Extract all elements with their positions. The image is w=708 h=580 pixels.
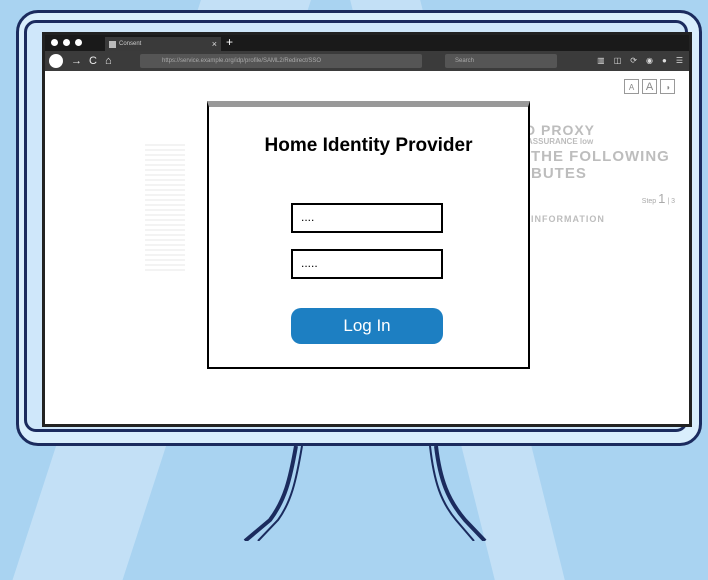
browser-tab[interactable]: Consent ×: [105, 37, 221, 51]
step-current: 1: [658, 191, 666, 206]
browser-toolbar: → C ⌂ https://service.example.org/idp/pr…: [45, 51, 689, 71]
toolbar-icons: ▥ ◫ ⟳ ◉ ● ☰: [597, 54, 683, 68]
bg-subheading: ASSURANCE low: [527, 137, 594, 146]
text-large-button[interactable]: A: [642, 79, 657, 94]
sync-icon[interactable]: ⟳: [630, 54, 637, 68]
text-small-button[interactable]: A: [624, 79, 639, 94]
new-tab-button[interactable]: +: [226, 35, 233, 49]
contrast-button[interactable]: ◑: [660, 79, 675, 94]
tab-close-icon[interactable]: ×: [212, 37, 217, 51]
tab-title: Consent: [119, 41, 142, 47]
library-icon[interactable]: ▥: [597, 54, 605, 68]
login-dialog: Home Identity Provider .... ..... Log In: [207, 101, 530, 369]
step-total: | 3: [667, 198, 675, 205]
background-blur: [145, 141, 185, 271]
bg-heading: BUTES: [531, 165, 587, 182]
step-indicator: Step 1 | 3: [642, 191, 675, 206]
home-button[interactable]: ⌂: [105, 53, 112, 69]
back-button[interactable]: [49, 54, 63, 68]
accessibility-controls: A A ◑: [624, 79, 675, 94]
account-icon[interactable]: ◉: [646, 54, 653, 68]
window-controls: [51, 39, 82, 46]
bg-info: INFORMATION: [531, 214, 605, 224]
username-field[interactable]: ....: [291, 203, 443, 233]
login-button[interactable]: Log In: [291, 308, 443, 344]
maximize-window-dot[interactable]: [75, 39, 82, 46]
forward-button[interactable]: →: [71, 53, 82, 69]
minimize-window-dot[interactable]: [63, 39, 70, 46]
extension-icon[interactable]: ●: [662, 54, 667, 68]
search-bar[interactable]: Search: [445, 54, 557, 68]
password-field[interactable]: .....: [291, 249, 443, 279]
step-label: Step: [641, 198, 657, 205]
sidebar-icon[interactable]: ◫: [614, 54, 622, 68]
bg-heading: THE FOLLOWING: [531, 148, 670, 165]
menu-icon[interactable]: ☰: [676, 54, 683, 68]
close-window-dot[interactable]: [51, 39, 58, 46]
dialog-title: Home Identity Provider: [264, 135, 473, 156]
url-bar[interactable]: https://service.example.org/idp/profile/…: [140, 54, 422, 68]
favicon-icon: [109, 41, 116, 48]
reload-button[interactable]: C: [89, 53, 97, 69]
bg-heading: D PROXY: [525, 122, 596, 138]
tab-bar: Consent × +: [45, 35, 689, 51]
